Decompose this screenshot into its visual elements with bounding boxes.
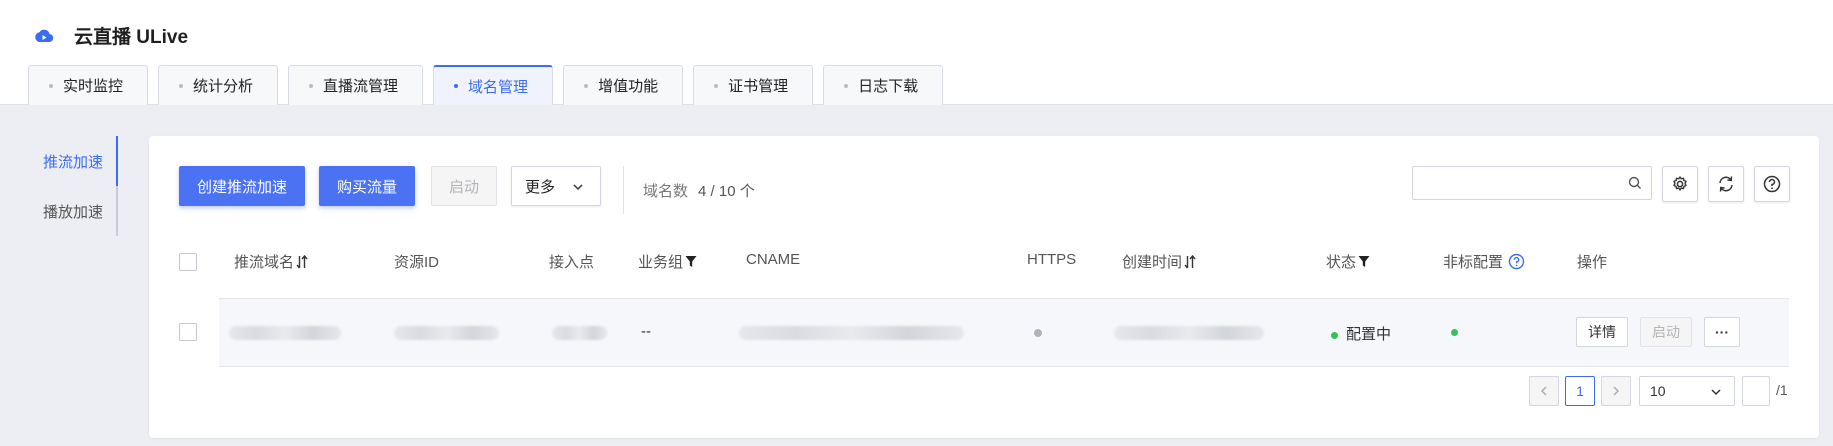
buy-traffic-button[interactable]: 购买流量 [319,166,415,206]
app-title: 云直播 ULive [74,27,189,48]
help-button[interactable] [1754,166,1790,202]
search-icon[interactable] [1627,175,1643,191]
tab-dot-icon [49,83,53,88]
sort-icon[interactable] [1184,254,1196,269]
column-push-domain[interactable]: 推流域名 [234,251,308,272]
tab-label: 日志下载 [858,78,919,95]
top-bar: 云直播 ULive 实时监控 统计分析 直播流管理 域名管理 增值功能 证书管理… [0,0,1833,105]
page-jump-input[interactable] [1742,376,1770,406]
column-status[interactable]: 状态 [1326,251,1370,272]
domain-count: 域名数 4 / 10 个 [643,180,755,201]
main-card: 创建推流加速 购买流量 启动 更多 域名数 4 / 10 个 推流域名 资源ID … [149,136,1819,438]
status-badge: 配置中 [1331,323,1391,344]
refresh-button[interactable] [1708,166,1744,202]
settings-button[interactable] [1662,166,1698,202]
column-create-time[interactable]: 创建时间 [1122,251,1196,272]
tab-dot-icon [309,83,314,88]
tab-domain-management[interactable]: 域名管理 [433,65,554,105]
gear-icon [1673,176,1687,191]
column-https: HTTPS [1027,251,1077,268]
tab-label: 增值功能 [598,78,659,95]
search-box [1412,166,1652,200]
prev-page-button[interactable] [1529,376,1559,406]
column-business-group[interactable]: 业务组 [638,251,697,272]
sort-icon[interactable] [296,254,308,269]
sidebar: 推流加速 播放加速 [28,136,118,236]
column-actions: 操作 [1577,254,1608,271]
redacted-access-point [552,326,607,340]
tab-label: 域名管理 [468,78,529,96]
tab-statistics[interactable]: 统计分析 [158,65,279,105]
tab-log-download[interactable]: 日志下载 [823,65,944,105]
question-mark-icon[interactable] [1508,253,1525,270]
tab-stream-management[interactable]: 直播流管理 [288,65,424,105]
row-checkbox[interactable] [179,323,197,341]
tab-dot-icon [454,84,459,88]
column-label: 创建时间 [1122,254,1183,271]
filter-icon[interactable] [685,255,697,268]
redacted-cname [739,326,964,340]
detail-button[interactable]: 详情 [1576,317,1628,347]
page-size-select[interactable]: 10 [1639,376,1735,406]
row-start-button[interactable]: 启动 [1640,317,1692,347]
more-dropdown-label: 更多 [525,178,556,196]
chevron-left-icon [1541,386,1547,396]
column-nonstandard-config: 非标配置 [1443,251,1525,272]
tab-dot-icon [179,83,184,88]
next-page-button[interactable] [1601,376,1631,406]
select-all-checkbox[interactable] [179,253,197,271]
row-more-button[interactable]: ··· [1704,317,1740,347]
chevron-down-icon [573,184,583,191]
tab-label: 统计分析 [193,78,254,95]
redacted-resource-id [394,326,499,340]
chevron-right-icon [1613,386,1619,396]
main-tabs: 实时监控 统计分析 直播流管理 域名管理 增值功能 证书管理 日志下载 [28,65,953,105]
column-label: 推流域名 [234,254,295,271]
filter-icon[interactable] [1358,255,1370,268]
sidebar-item-play-acceleration[interactable]: 播放加速 [28,186,118,236]
tab-realtime-monitor[interactable]: 实时监控 [28,65,149,105]
column-label: 业务组 [638,254,684,271]
create-push-acceleration-button[interactable]: 创建推流加速 [179,166,305,206]
https-status-dot [1034,329,1042,337]
status-dot [1331,331,1338,339]
more-dropdown[interactable]: 更多 [511,166,601,206]
toolbar-divider [623,166,624,214]
chevron-down-icon [1711,389,1721,396]
table-header: 推流域名 资源ID 接入点 业务组 CNAME HTTPS 创建时间 状态 非标… [149,231,1819,291]
domain-count-label: 域名数 [643,183,689,200]
tab-certificates[interactable]: 证书管理 [693,65,814,105]
page-number-current[interactable]: 1 [1565,376,1595,406]
brand: 云直播 ULive [34,22,188,49]
search-input[interactable] [1421,168,1621,198]
refresh-icon [1719,176,1733,192]
page-size-value: 10 [1650,383,1666,399]
total-pages: /1 [1776,382,1788,398]
status-text: 配置中 [1346,326,1392,343]
column-label: 状态 [1326,254,1357,271]
tab-label: 证书管理 [728,78,789,95]
tab-label: 直播流管理 [323,78,399,95]
redacted-create-time [1114,326,1264,340]
sidebar-item-push-acceleration[interactable]: 推流加速 [28,136,118,186]
tab-dot-icon [714,83,719,88]
tab-dot-icon [584,83,589,88]
tab-dot-icon [844,83,849,88]
tab-label: 实时监控 [63,78,124,95]
tab-value-added[interactable]: 增值功能 [563,65,684,105]
redacted-domain [229,326,341,340]
table-row: -- 配置中 详情 启动 ··· [219,298,1789,367]
column-resource-id: 资源ID [394,254,440,271]
nonstandard-config-dot [1451,329,1458,336]
column-label: 非标配置 [1443,254,1504,271]
column-cname: CNAME [746,251,801,268]
domain-count-value: 4 / 10 个 [698,183,755,200]
cloud-play-icon [35,29,54,42]
business-group-value: -- [641,323,651,340]
question-mark-icon [1763,175,1781,193]
start-button[interactable]: 启动 [431,166,497,206]
column-access-point: 接入点 [549,254,595,271]
